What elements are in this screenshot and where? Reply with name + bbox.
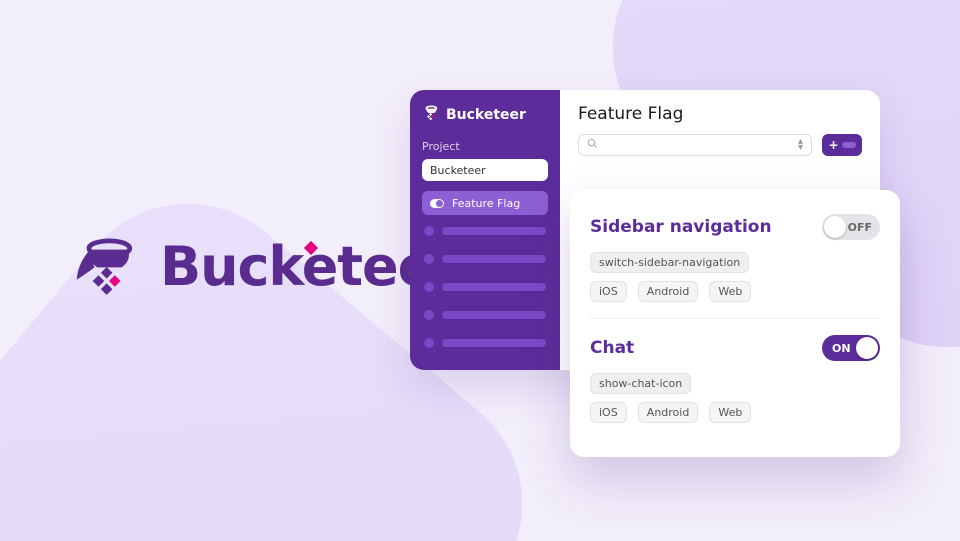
search-icon [587, 138, 598, 152]
sidebar-section-label: Project [422, 140, 548, 153]
toggle-label: OFF [848, 221, 872, 234]
sidebar-item-label: Feature Flag [452, 197, 520, 210]
bucket-icon [422, 104, 440, 126]
feature-title: Sidebar navigation [590, 217, 772, 237]
bucket-icon [74, 232, 142, 300]
platform-pill: iOS [590, 281, 627, 302]
project-select[interactable]: Bucketeer [422, 159, 548, 181]
feature-title: Chat [590, 338, 634, 358]
toggle-label: ON [832, 342, 851, 355]
sidebar-item-placeholder[interactable] [422, 277, 548, 297]
feature-row: Sidebar navigation OFF switch-sidebar-na… [590, 208, 880, 318]
sidebar-item-placeholder[interactable] [422, 221, 548, 241]
feature-list-card: Sidebar navigation OFF switch-sidebar-na… [570, 190, 900, 457]
toggle-icon [430, 199, 444, 208]
feature-key-pill: show-chat-icon [590, 373, 691, 394]
sort-stepper-icon[interactable]: ▴▾ [798, 139, 803, 151]
platform-pill: Android [638, 402, 699, 423]
add-button-label-stub [842, 142, 856, 148]
toggle-knob-icon [824, 216, 846, 238]
sidebar-brand: Bucketeer [422, 104, 548, 126]
feature-toggle[interactable]: OFF [822, 214, 880, 240]
platform-pill: Web [709, 402, 751, 423]
page-title: Feature Flag [578, 104, 862, 124]
sidebar-item-placeholder[interactable] [422, 249, 548, 269]
platform-pill: Android [638, 281, 699, 302]
search-input[interactable]: ▴▾ [578, 134, 812, 156]
sidebar-item-placeholder[interactable] [422, 333, 548, 353]
plus-icon: + [828, 139, 838, 151]
feature-key-pill: switch-sidebar-navigation [590, 252, 749, 273]
toggle-knob-icon [856, 337, 878, 359]
add-button[interactable]: + [822, 134, 862, 156]
sidebar-brand-label: Bucketeer [446, 107, 526, 123]
brand-logo: Bucketeer [74, 232, 459, 300]
project-select-value: Bucketeer [430, 164, 486, 177]
feature-toggle[interactable]: ON [822, 335, 880, 361]
platform-pill: Web [709, 281, 751, 302]
sidebar-item-feature-flag[interactable]: Feature Flag [422, 191, 548, 215]
platform-pill: iOS [590, 402, 627, 423]
sidebar-item-placeholder[interactable] [422, 305, 548, 325]
sidebar: Bucketeer Project Bucketeer Feature Flag [410, 90, 560, 370]
feature-row: Chat ON show-chat-icon iOS Android Web [590, 318, 880, 439]
